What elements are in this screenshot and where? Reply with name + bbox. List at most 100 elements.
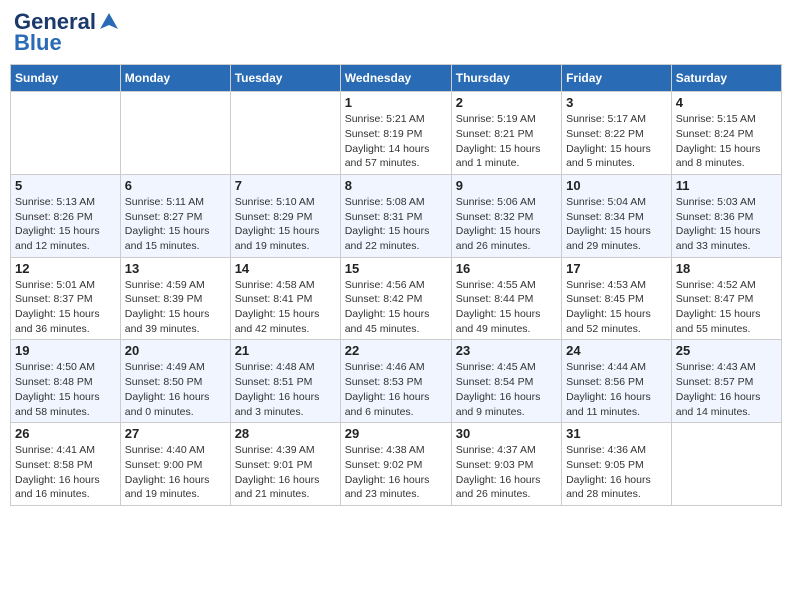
day-info: Sunrise: 5:10 AM Sunset: 8:29 PM Dayligh… (235, 195, 336, 254)
calendar-week-row: 1Sunrise: 5:21 AM Sunset: 8:19 PM Daylig… (11, 92, 782, 175)
day-info: Sunrise: 4:59 AM Sunset: 8:39 PM Dayligh… (125, 278, 226, 337)
day-number: 1 (345, 95, 447, 110)
day-number: 6 (125, 178, 226, 193)
calendar-cell: 14 Sunrise: 4:58 AM Sunset: 8:41 PM Dayli… (230, 257, 340, 340)
day-info: Sunrise: 4:40 AM Sunset: 9:00 PM Dayligh… (125, 443, 226, 502)
header-sunday: Sunday (11, 65, 121, 92)
day-info: Sunrise: 4:49 AM Sunset: 8:50 PM Dayligh… (125, 360, 226, 419)
calendar-cell: 19 Sunrise: 4:50 AM Sunset: 8:48 PM Dayli… (11, 340, 121, 423)
calendar-cell: 15 Sunrise: 4:56 AM Sunset: 8:42 PM Dayli… (340, 257, 451, 340)
day-info: Sunrise: 4:41 AM Sunset: 8:58 PM Dayligh… (15, 443, 116, 502)
day-number: 3 (566, 95, 667, 110)
calendar-week-row: 5 Sunrise: 5:13 AM Sunset: 8:26 PM Daylig… (11, 174, 782, 257)
calendar-cell: 3Sunrise: 5:17 AM Sunset: 8:22 PM Daylig… (562, 92, 672, 175)
calendar-cell: 17 Sunrise: 4:53 AM Sunset: 8:45 PM Dayli… (562, 257, 672, 340)
calendar-cell: 25 Sunrise: 4:43 AM Sunset: 8:57 PM Dayli… (671, 340, 781, 423)
calendar-cell: 26 Sunrise: 4:41 AM Sunset: 8:58 PM Dayli… (11, 423, 121, 506)
day-number: 17 (566, 261, 667, 276)
calendar-cell: 7 Sunrise: 5:10 AM Sunset: 8:29 PM Daylig… (230, 174, 340, 257)
day-info: Sunrise: 4:43 AM Sunset: 8:57 PM Dayligh… (676, 360, 777, 419)
day-number: 5 (15, 178, 116, 193)
day-number: 9 (456, 178, 557, 193)
header-friday: Friday (562, 65, 672, 92)
day-number: 7 (235, 178, 336, 193)
day-number: 27 (125, 426, 226, 441)
header-monday: Monday (120, 65, 230, 92)
calendar-cell: 27 Sunrise: 4:40 AM Sunset: 9:00 PM Dayli… (120, 423, 230, 506)
calendar-cell: 10 Sunrise: 5:04 AM Sunset: 8:34 PM Dayli… (562, 174, 672, 257)
day-number: 22 (345, 343, 447, 358)
day-info: Sunrise: 4:39 AM Sunset: 9:01 PM Dayligh… (235, 443, 336, 502)
day-info: Sunrise: 4:58 AM Sunset: 8:41 PM Dayligh… (235, 278, 336, 337)
day-number: 23 (456, 343, 557, 358)
calendar-cell: 21Sunrise: 4:48 AM Sunset: 8:51 PM Dayli… (230, 340, 340, 423)
calendar-week-row: 19 Sunrise: 4:50 AM Sunset: 8:48 PM Dayli… (11, 340, 782, 423)
day-number: 31 (566, 426, 667, 441)
page-header: General Blue (10, 10, 782, 56)
calendar-cell: 11 Sunrise: 5:03 AM Sunset: 8:36 PM Dayli… (671, 174, 781, 257)
day-info: Sunrise: 5:15 AM Sunset: 8:24 PM Dayligh… (676, 112, 777, 171)
calendar-cell: 29 Sunrise: 4:38 AM Sunset: 9:02 PM Dayli… (340, 423, 451, 506)
calendar-cell: 6 Sunrise: 5:11 AM Sunset: 8:27 PM Daylig… (120, 174, 230, 257)
logo-icon (98, 11, 120, 33)
calendar-cell: 8Sunrise: 5:08 AM Sunset: 8:31 PM Daylig… (340, 174, 451, 257)
calendar-cell: 31 Sunrise: 4:36 AM Sunset: 9:05 PM Dayli… (562, 423, 672, 506)
logo: General Blue (14, 10, 120, 56)
day-number: 15 (345, 261, 447, 276)
day-number: 11 (676, 178, 777, 193)
calendar-cell: 9 Sunrise: 5:06 AM Sunset: 8:32 PM Daylig… (451, 174, 561, 257)
day-info: Sunrise: 4:50 AM Sunset: 8:48 PM Dayligh… (15, 360, 116, 419)
header-tuesday: Tuesday (230, 65, 340, 92)
calendar-cell: 16 Sunrise: 4:55 AM Sunset: 8:44 PM Dayli… (451, 257, 561, 340)
day-info: Sunrise: 5:01 AM Sunset: 8:37 PM Dayligh… (15, 278, 116, 337)
calendar-cell: 28 Sunrise: 4:39 AM Sunset: 9:01 PM Dayli… (230, 423, 340, 506)
calendar-cell: 20 Sunrise: 4:49 AM Sunset: 8:50 PM Dayli… (120, 340, 230, 423)
day-info: Sunrise: 5:13 AM Sunset: 8:26 PM Dayligh… (15, 195, 116, 254)
day-number: 20 (125, 343, 226, 358)
calendar-cell: 22 Sunrise: 4:46 AM Sunset: 8:53 PM Dayli… (340, 340, 451, 423)
calendar-week-row: 12 Sunrise: 5:01 AM Sunset: 8:37 PM Dayli… (11, 257, 782, 340)
calendar-cell: 12 Sunrise: 5:01 AM Sunset: 8:37 PM Dayli… (11, 257, 121, 340)
day-info: Sunrise: 4:56 AM Sunset: 8:42 PM Dayligh… (345, 278, 447, 337)
day-info: Sunrise: 4:55 AM Sunset: 8:44 PM Dayligh… (456, 278, 557, 337)
day-number: 30 (456, 426, 557, 441)
day-info: Sunrise: 5:06 AM Sunset: 8:32 PM Dayligh… (456, 195, 557, 254)
day-number: 19 (15, 343, 116, 358)
calendar-cell: 24Sunrise: 4:44 AM Sunset: 8:56 PM Dayli… (562, 340, 672, 423)
calendar-cell (11, 92, 121, 175)
day-number: 4 (676, 95, 777, 110)
day-info: Sunrise: 4:46 AM Sunset: 8:53 PM Dayligh… (345, 360, 447, 419)
calendar-cell: 4 Sunrise: 5:15 AM Sunset: 8:24 PM Daylig… (671, 92, 781, 175)
day-info: Sunrise: 4:52 AM Sunset: 8:47 PM Dayligh… (676, 278, 777, 337)
day-info: Sunrise: 5:08 AM Sunset: 8:31 PM Dayligh… (345, 195, 447, 254)
day-number: 13 (125, 261, 226, 276)
calendar-cell: 5 Sunrise: 5:13 AM Sunset: 8:26 PM Daylig… (11, 174, 121, 257)
day-info: Sunrise: 5:03 AM Sunset: 8:36 PM Dayligh… (676, 195, 777, 254)
day-number: 25 (676, 343, 777, 358)
day-info: Sunrise: 4:38 AM Sunset: 9:02 PM Dayligh… (345, 443, 447, 502)
day-info: Sunrise: 4:53 AM Sunset: 8:45 PM Dayligh… (566, 278, 667, 337)
logo-blue: Blue (14, 30, 62, 56)
day-number: 16 (456, 261, 557, 276)
day-number: 29 (345, 426, 447, 441)
calendar-header-row: SundayMondayTuesdayWednesdayThursdayFrid… (11, 65, 782, 92)
calendar-cell: 18 Sunrise: 4:52 AM Sunset: 8:47 PM Dayli… (671, 257, 781, 340)
day-info: Sunrise: 4:36 AM Sunset: 9:05 PM Dayligh… (566, 443, 667, 502)
day-number: 14 (235, 261, 336, 276)
calendar-table: SundayMondayTuesdayWednesdayThursdayFrid… (10, 64, 782, 506)
day-number: 18 (676, 261, 777, 276)
day-number: 12 (15, 261, 116, 276)
day-number: 28 (235, 426, 336, 441)
day-info: Sunrise: 4:48 AM Sunset: 8:51 PM Dayligh… (235, 360, 336, 419)
day-info: Sunrise: 5:11 AM Sunset: 8:27 PM Dayligh… (125, 195, 226, 254)
day-info: Sunrise: 4:45 AM Sunset: 8:54 PM Dayligh… (456, 360, 557, 419)
day-info: Sunrise: 5:04 AM Sunset: 8:34 PM Dayligh… (566, 195, 667, 254)
calendar-cell (230, 92, 340, 175)
calendar-week-row: 26 Sunrise: 4:41 AM Sunset: 8:58 PM Dayli… (11, 423, 782, 506)
day-info: Sunrise: 5:19 AM Sunset: 8:21 PM Dayligh… (456, 112, 557, 171)
day-number: 10 (566, 178, 667, 193)
day-number: 26 (15, 426, 116, 441)
calendar-cell: 30Sunrise: 4:37 AM Sunset: 9:03 PM Dayli… (451, 423, 561, 506)
calendar-cell: 23 Sunrise: 4:45 AM Sunset: 8:54 PM Dayli… (451, 340, 561, 423)
day-info: Sunrise: 4:44 AM Sunset: 8:56 PM Dayligh… (566, 360, 667, 419)
